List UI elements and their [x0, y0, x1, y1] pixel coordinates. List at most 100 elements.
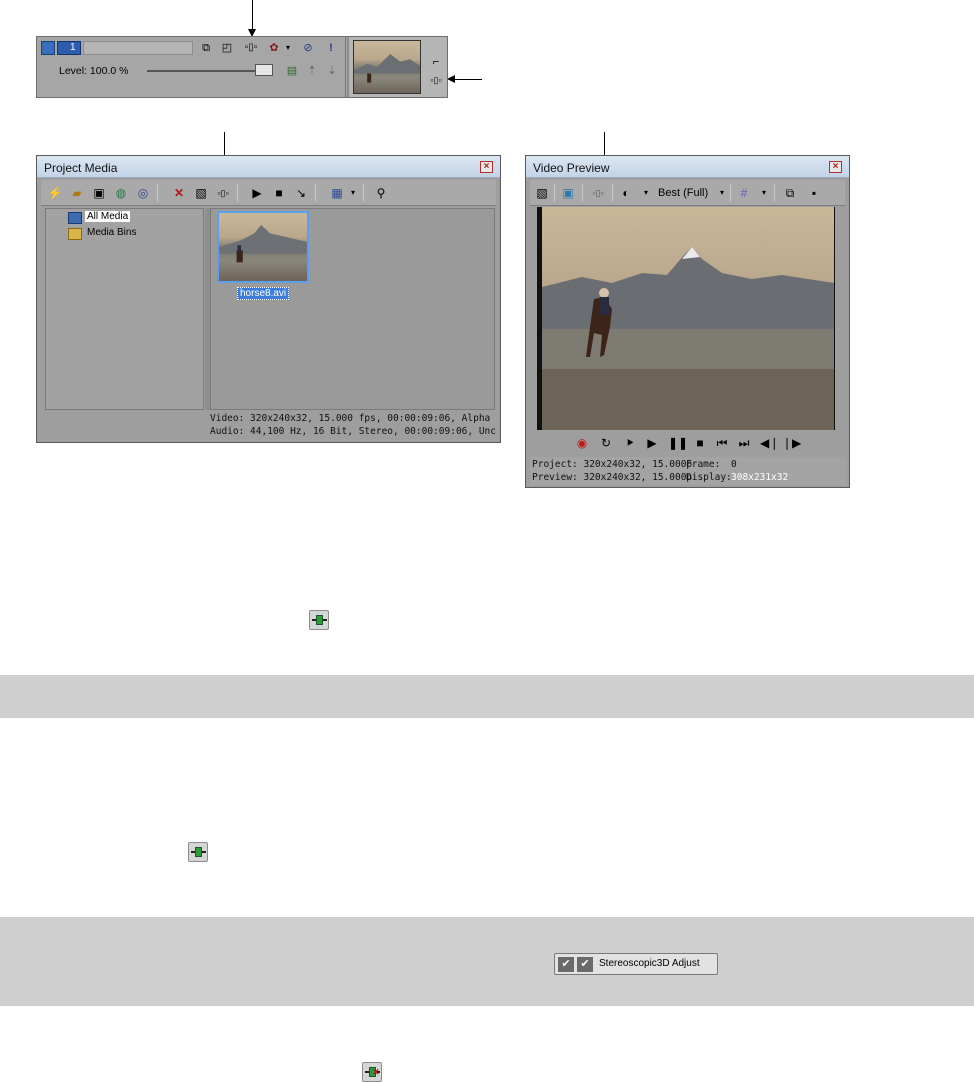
level-slider-thumb[interactable] — [255, 64, 273, 76]
level-label: Level: 100.0 % — [59, 65, 129, 77]
mute-icon[interactable]: ⊘ — [301, 41, 315, 55]
split-screen-icon[interactable]: ◐ — [618, 185, 634, 201]
stereoscopic-3d-remove-icon: ✕ — [362, 1062, 382, 1082]
media-tree-panel: All Media Media Bins — [45, 208, 204, 410]
preview-quality-select[interactable]: Best (Full) — [658, 187, 708, 199]
overlays-icon[interactable]: # — [736, 185, 752, 201]
project-info: Project: 320x240x32, 15.000p — [532, 459, 693, 470]
note-band — [0, 675, 974, 718]
toolbar-separator — [612, 184, 613, 202]
transport-bar: ◉ ↻ ⯈ ▶ ❚❚ ■ ⏮ ⏭ ◀❘ ❘▶ — [526, 432, 849, 456]
preview-video-frame — [542, 207, 834, 430]
tree-item-label: All Media — [85, 211, 131, 222]
open-folder-icon[interactable]: ▰ — [69, 185, 85, 201]
search-disc-icon[interactable]: ◎ — [135, 185, 151, 201]
stereoscopic-3d-icon[interactable]: ▫▯▫ — [215, 185, 231, 201]
capture-video-icon[interactable]: ▣ — [91, 185, 107, 201]
close-icon[interactable]: × — [480, 161, 493, 173]
crop-icon[interactable]: ⌐ — [429, 55, 443, 69]
loop-playback-icon[interactable]: ↻ — [598, 435, 614, 451]
next-frame-icon[interactable]: ❘▶ — [782, 435, 801, 451]
checkbox-icon: ✔ — [558, 957, 574, 972]
chevron-down-icon[interactable]: ▾ — [281, 41, 295, 55]
move-up-icon[interactable]: ⇡ — [305, 64, 319, 78]
toolbar-separator — [730, 184, 731, 202]
media-item[interactable]: horse8.avi — [214, 211, 312, 305]
clip-thumbnail[interactable] — [353, 40, 421, 94]
get-media-web-icon[interactable]: ◍ — [113, 185, 129, 201]
search-icon[interactable]: ⚲ — [373, 185, 389, 201]
checkbox-icon: ✔ — [577, 957, 593, 972]
frame-label: Frame: — [686, 459, 721, 470]
toolbar-separator — [157, 184, 158, 202]
stereoscopic-3d-icon — [309, 610, 329, 630]
stereoscopic-3d-icon[interactable]: ▫▯▫ — [590, 185, 606, 201]
motion-blur-icon[interactable]: ▤ — [285, 64, 299, 78]
stop-icon[interactable]: ■ — [271, 185, 287, 201]
toolbar-separator — [582, 184, 583, 202]
play-icon[interactable]: ▶ — [249, 185, 265, 201]
previous-frame-icon[interactable]: ◀❘ — [760, 435, 779, 451]
record-icon[interactable]: ◉ — [574, 435, 590, 451]
copy-snapshot-icon[interactable]: ⧉ — [782, 185, 798, 201]
video-preview-toolbar: ▧ ▣ ▫▯▫ ◐ ▾ Best (Full) ▾ # ▾ ⧉ ▪ — [530, 180, 845, 206]
chevron-down-icon[interactable]: ▾ — [345, 185, 361, 201]
status-area: Video: 320x240x32, 15.000 fps, 00:00:09:… — [210, 410, 496, 440]
go-to-end-icon[interactable]: ⏭ — [736, 435, 752, 451]
preview-info: Preview: 320x240x32, 15.000p — [532, 472, 693, 483]
track-number: 1 — [70, 42, 76, 53]
window-titlebar: Video Preview × — [526, 156, 849, 178]
play-from-start-icon[interactable]: ⯈ — [622, 435, 638, 451]
chevron-down-icon[interactable]: ▾ — [638, 185, 654, 201]
save-snapshot-icon[interactable]: ▪ — [806, 185, 822, 201]
stereoscopic-3d-icon[interactable]: ▫▯▫ — [429, 73, 443, 87]
toolbar-separator — [315, 184, 316, 202]
callout-line — [452, 79, 482, 80]
frame-value: 0 — [731, 459, 737, 470]
stereoscopic-3d-icon[interactable]: ▫▯▫ — [244, 41, 258, 55]
preview-properties-icon[interactable]: ▧ — [534, 185, 550, 201]
chevron-down-icon[interactable]: ▾ — [756, 185, 772, 201]
display-value: 308x231x32 — [731, 472, 789, 483]
chevron-down-icon[interactable]: ▾ — [714, 185, 730, 201]
toolbar-separator — [554, 184, 555, 202]
display-label: Display: — [686, 472, 732, 483]
level-slider-track[interactable] — [147, 70, 265, 72]
compositing-mode-icon[interactable]: ⧉ — [199, 41, 213, 55]
callout-arrowhead — [447, 75, 455, 83]
move-down-icon[interactable]: ⇣ — [325, 64, 339, 78]
auto-preview-icon[interactable]: ↘ — [293, 185, 309, 201]
external-monitor-icon[interactable]: ▣ — [560, 185, 576, 201]
pause-icon[interactable]: ❚❚ — [668, 435, 688, 451]
parent-composite-icon[interactable]: ◰ — [220, 41, 234, 55]
go-to-start-icon[interactable]: ⏮ — [714, 435, 730, 451]
stereo-3d-adjust-chip: ✔ ✔ Stereoscopic3D Adjust — [554, 953, 718, 975]
solo-icon[interactable]: ! — [324, 41, 338, 55]
track-name-field[interactable] — [83, 41, 193, 55]
track-number-box: 1 — [57, 41, 81, 55]
window-titlebar: Project Media × — [37, 156, 500, 178]
delete-icon[interactable]: ✕ — [171, 185, 187, 201]
video-track-header: 1 ⧉ ◰ ▫▯▫ ✿ ▾ ⊘ ! Level: 100.0 % ▤ ⇡ ⇣ ⌐… — [36, 36, 448, 98]
folder-icon — [68, 228, 82, 240]
toolbar-separator — [237, 184, 238, 202]
status-audio-info: Audio: 44,100 Hz, 16 Bit, Stereo, 00:00:… — [210, 426, 496, 437]
track-minimize-icon[interactable] — [41, 41, 55, 55]
window-title: Project Media — [44, 161, 118, 175]
project-media-window: Project Media × ⚡ ▰ ▣ ◍ ◎ ✕ ▧ ▫▯▫ ▶ ■ ↘ … — [36, 155, 501, 443]
toolbar-separator — [774, 184, 775, 202]
track-fx-icon[interactable]: ✿ — [267, 41, 281, 55]
play-icon[interactable]: ▶ — [644, 435, 660, 451]
chip-label: Stereoscopic3D Adjust — [599, 958, 700, 969]
note-band: ✔ ✔ Stereoscopic3D Adjust — [0, 917, 974, 1006]
close-icon[interactable]: × — [829, 161, 842, 173]
track-thumbnail-area: ⌐ ▫▯▫ — [347, 37, 447, 97]
media-item-label: horse8.avi — [237, 287, 290, 300]
stop-icon[interactable]: ■ — [692, 435, 708, 451]
import-media-icon[interactable]: ⚡ — [47, 185, 63, 201]
tree-item-label: Media Bins — [87, 227, 137, 238]
media-properties-icon[interactable]: ▧ — [193, 185, 209, 201]
views-icon[interactable]: ▦ — [329, 185, 345, 201]
callout-line — [252, 0, 253, 30]
film-icon — [68, 212, 82, 224]
